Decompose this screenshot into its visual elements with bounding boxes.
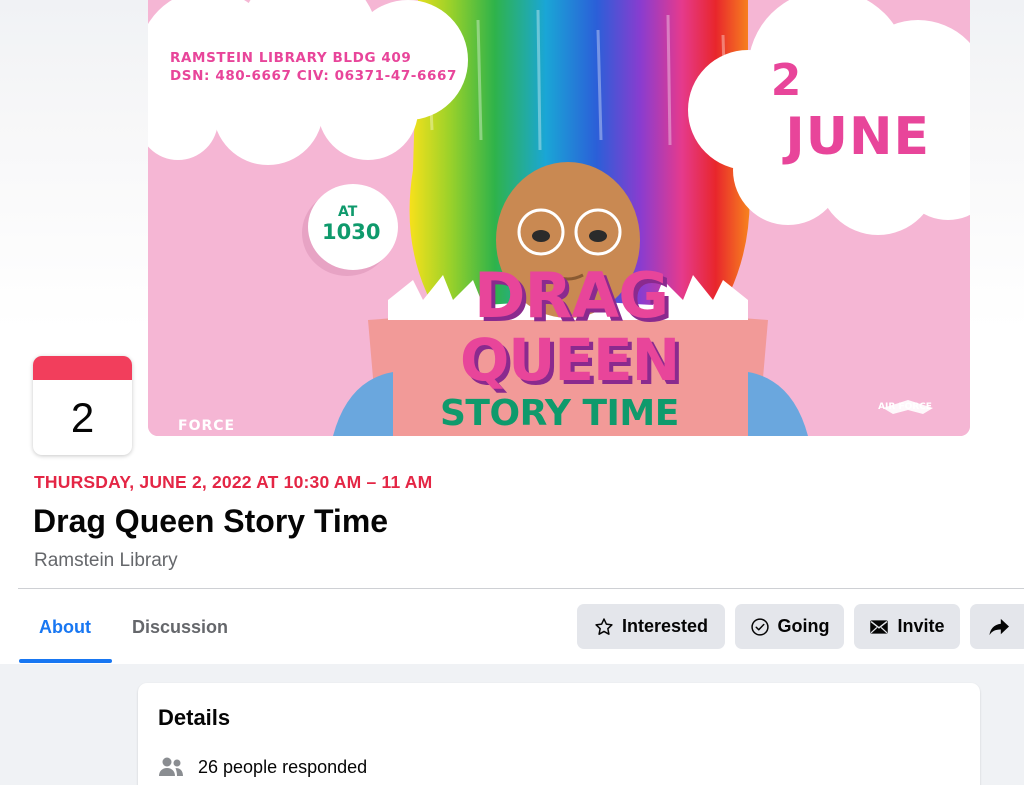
banner-title-drag: DRAG (474, 259, 669, 332)
details-heading: Details (158, 705, 231, 730)
event-cover-image[interactable]: RAMSTEIN LIBRARY BLDG 409 DSN: 480-6667 … (148, 0, 970, 436)
interested-label: Interested (621, 616, 709, 636)
invite-button[interactable]: Invite (854, 604, 960, 649)
calendar-date-card: 2 (33, 356, 132, 455)
banner-title-queen: QUEEN (460, 326, 680, 394)
share-button[interactable] (970, 604, 1024, 649)
interested-button[interactable]: Interested (577, 604, 725, 649)
tab-discussion[interactable]: Discussion (112, 604, 248, 650)
check-circle-icon (750, 617, 769, 636)
event-title: Drag Queen Story Time (33, 503, 389, 539)
envelope-icon (870, 619, 889, 634)
star-outline-icon (595, 617, 613, 635)
details-card: Details 26 people responded (138, 683, 980, 785)
banner-at-label: AT (338, 204, 358, 220)
going-label: Going (777, 616, 830, 636)
banner-address-line: RAMSTEIN LIBRARY BLDG 409 (170, 50, 412, 66)
libraries-logo: AIR FORCE (878, 402, 932, 412)
people-icon (159, 757, 183, 776)
active-tab-indicator (19, 659, 112, 663)
banner-time: 1030 (322, 220, 381, 244)
air-force-logo: FORCE (178, 418, 236, 434)
going-button[interactable]: Going (735, 604, 844, 649)
calendar-day-number: 2 (70, 394, 95, 441)
calendar-date-card-header (33, 356, 132, 380)
event-host-link[interactable]: Ramstein Library (34, 550, 178, 572)
banner-title-story-time: STORY TIME (440, 393, 679, 434)
banner-month: JUNE (785, 107, 930, 167)
banner-day: 2 (770, 55, 802, 106)
tab-about[interactable]: About (19, 604, 111, 650)
share-arrow-icon (989, 618, 1009, 635)
invite-label: Invite (897, 616, 945, 636)
banner-phone-line: DSN: 480-6667 CIV: 06371-47-6667 (170, 68, 457, 84)
banner-address: RAMSTEIN LIBRARY BLDG 409 DSN: 480-6667 … (170, 49, 457, 85)
event-date-time: THURSDAY, JUNE 2, 2022 AT 10:30 AM – 11 … (34, 472, 433, 492)
header-divider (18, 588, 1024, 589)
responded-count: 26 people responded (198, 756, 368, 777)
responded-row: 26 people responded (158, 756, 367, 778)
